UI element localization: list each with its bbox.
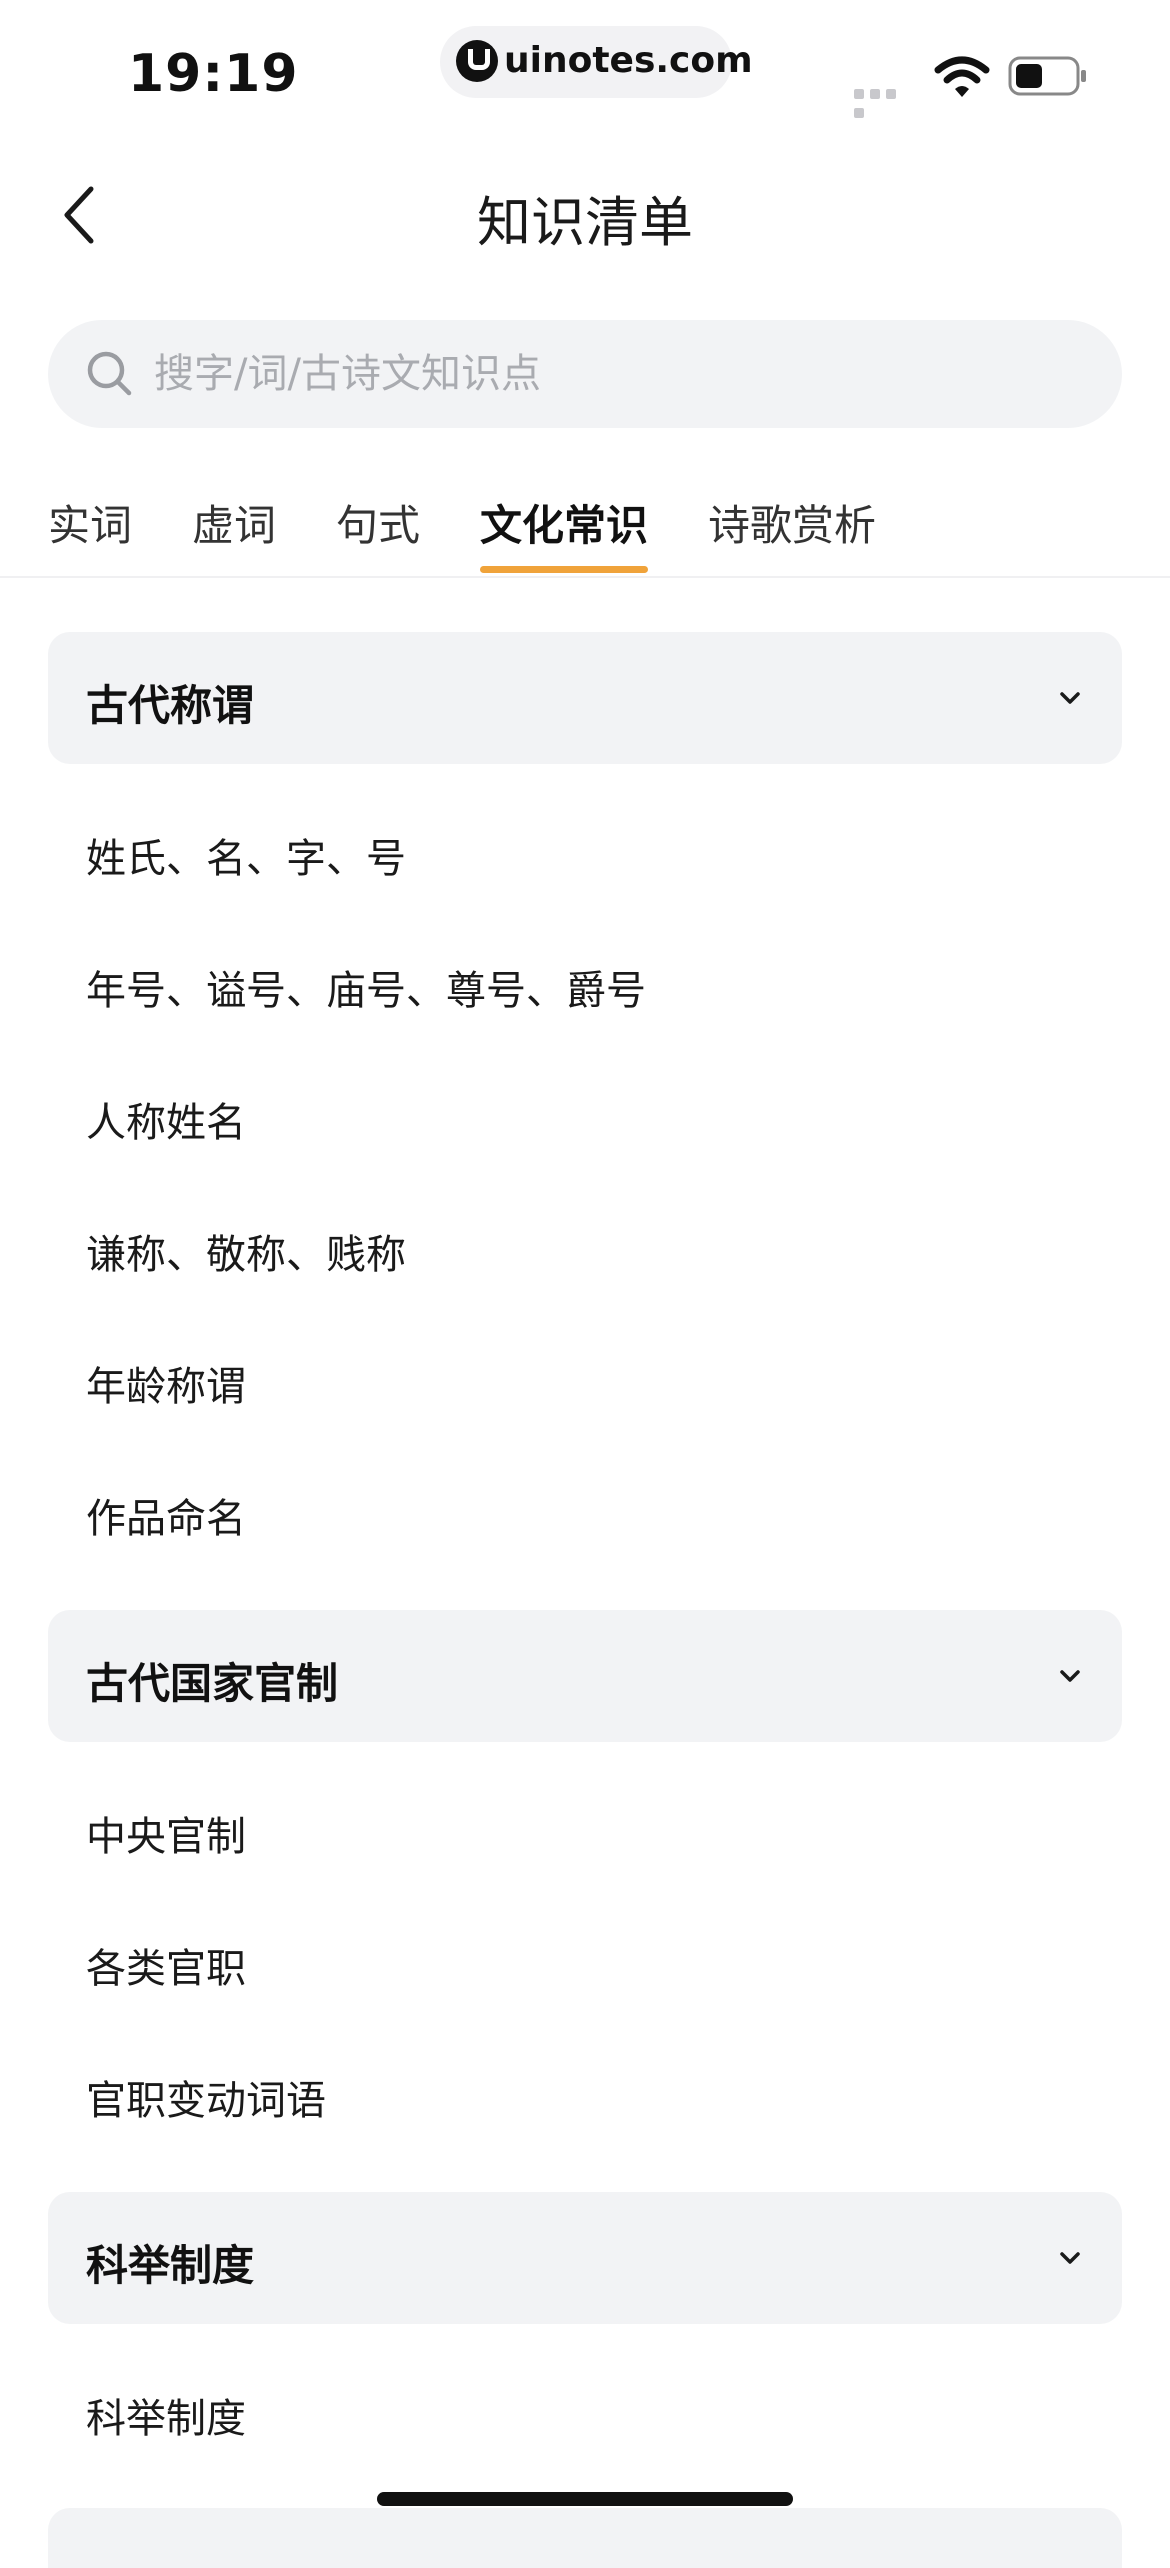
- section-title: 科举制度: [86, 2241, 255, 2290]
- next-section-header[interactable]: [48, 2508, 1122, 2568]
- search-input[interactable]: [142, 320, 1066, 428]
- list-item[interactable]: 年号、谥号、庙号、尊号、爵号: [86, 958, 646, 1016]
- url-text: uinotes.com: [504, 40, 753, 81]
- list-item[interactable]: 中央官制: [86, 1804, 246, 1862]
- cellular-signal-icon: [854, 84, 916, 118]
- status-time: 19:19: [128, 44, 299, 104]
- tab-bar: 实词 虚词 句式 文化常识 诗歌赏析: [0, 480, 1170, 578]
- list-item[interactable]: 官职变动词语: [86, 2068, 326, 2126]
- search-box[interactable]: [48, 320, 1122, 428]
- list-item[interactable]: 谦称、敬称、贱称: [86, 1222, 406, 1280]
- list-item[interactable]: 作品命名: [86, 1486, 246, 1544]
- home-indicator: [377, 2492, 793, 2506]
- section-header-official-system[interactable]: 古代国家官制: [48, 1610, 1122, 1742]
- section-title: 古代国家官制: [86, 1659, 339, 1708]
- battery-icon: [1008, 56, 1086, 96]
- nav-bar: 知识清单: [0, 150, 1170, 280]
- list-item[interactable]: 科举制度: [86, 2386, 246, 2444]
- tab-jushi[interactable]: 句式: [336, 492, 420, 553]
- page-title: 知识清单: [477, 191, 693, 254]
- status-bar: 19:19 uinotes.com: [0, 0, 1170, 130]
- list-item[interactable]: 人称姓名: [86, 1090, 246, 1148]
- section-title: 古代称谓: [86, 681, 255, 730]
- chevron-down-icon: [1060, 692, 1080, 704]
- chevron-down-icon: [1060, 2252, 1080, 2264]
- chevron-down-icon: [1060, 1670, 1080, 1682]
- tab-shici[interactable]: 实词: [48, 492, 132, 553]
- list-item[interactable]: 年龄称谓: [86, 1354, 246, 1412]
- search-icon: [87, 351, 132, 396]
- wifi-icon: [934, 56, 990, 97]
- tab-xuci[interactable]: 虚词: [192, 492, 276, 553]
- url-pill[interactable]: uinotes.com: [440, 26, 753, 98]
- list-item[interactable]: 各类官职: [86, 1936, 246, 1994]
- section-header-ancient-titles[interactable]: 古代称谓: [48, 632, 1122, 764]
- active-tab-indicator: [480, 566, 648, 573]
- site-logo-icon: [456, 40, 498, 82]
- section-header-imperial-exam[interactable]: 科举制度: [48, 2192, 1122, 2324]
- list-item[interactable]: 姓氏、名、字、号: [86, 826, 406, 884]
- tab-wenhua-changshi[interactable]: 文化常识: [480, 492, 648, 553]
- tab-shige-shangxi[interactable]: 诗歌赏析: [708, 492, 876, 553]
